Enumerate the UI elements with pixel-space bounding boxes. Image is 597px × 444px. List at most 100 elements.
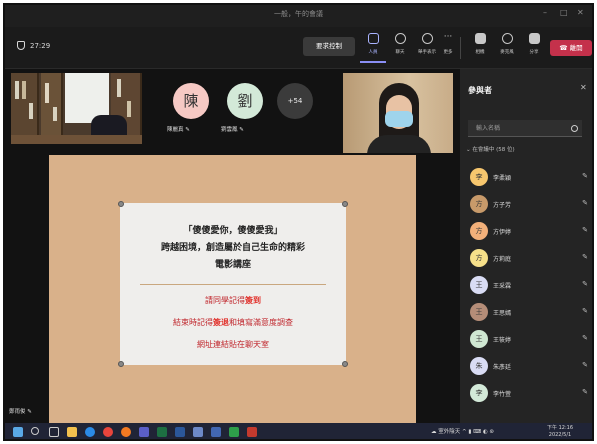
weather-text: 室外陰天	[438, 429, 461, 435]
participant-row[interactable]: 王 王筱婷 ✎	[470, 330, 588, 352]
mic-off-icon: ✎	[582, 199, 588, 207]
reactions-icon	[421, 33, 433, 44]
participant-row[interactable]: 朱 朱彥廷 ✎	[470, 357, 588, 379]
app-icon[interactable]	[211, 427, 221, 437]
book	[22, 81, 26, 99]
participant-avatar: 李	[470, 384, 488, 402]
start-icon[interactable]	[13, 427, 23, 437]
title-bar: 一般，午的會議 – □ ✕	[5, 5, 592, 27]
request-control-button[interactable]: 要求控制	[303, 37, 355, 56]
participants-panel: 參與者 ✕ 輸入名稱 ⌄ 在會議中 (58 位) 李 李柔穎 ✎ 方 方子芳 ✎…	[460, 69, 592, 423]
people-button[interactable]: 人員	[360, 33, 386, 63]
search-icon[interactable]	[571, 125, 578, 132]
mic-button[interactable]: 麥克風	[494, 33, 520, 63]
camera-label: 相機	[475, 50, 485, 55]
app-icon[interactable]	[247, 427, 257, 437]
mic-off-icon: ✎	[582, 280, 588, 288]
book	[45, 83, 49, 103]
self-name: 鄭雨俊	[9, 409, 26, 415]
edge-icon[interactable]	[85, 427, 95, 437]
participant-row[interactable]: 方 方伊婷 ✎	[470, 222, 588, 244]
search-icon[interactable]	[31, 427, 39, 435]
close-button[interactable]: ✕	[577, 8, 584, 17]
mic-off-icon: ✎	[582, 226, 588, 234]
camera-button[interactable]: 相機	[467, 33, 493, 63]
share-button[interactable]: 分享	[521, 33, 547, 63]
slide-red-bold: 簽到	[245, 296, 261, 305]
pin-icon	[342, 361, 348, 367]
clock[interactable]: 下午 12:16 2022/5/1	[547, 425, 573, 439]
video-tile-office[interactable]	[11, 73, 142, 144]
participant-avatar: 王	[470, 330, 488, 348]
avatar-name-text: 劉雲鳳	[221, 127, 238, 133]
minimize-button[interactable]: –	[543, 8, 547, 17]
participant-name: 王思嫣	[493, 310, 512, 317]
toolbar-separator	[460, 37, 461, 59]
chrome-icon[interactable]	[103, 427, 113, 437]
participant-name: 李竹萱	[493, 391, 512, 398]
slide-red-text: 請同學記得	[205, 296, 245, 305]
pin-icon	[118, 361, 124, 367]
participant-name: 方莉庭	[493, 256, 512, 263]
more-participants-badge[interactable]: +54	[277, 83, 313, 119]
pin-icon	[342, 201, 348, 207]
panel-title: 參與者	[468, 86, 492, 95]
task-view-icon[interactable]	[49, 427, 59, 437]
teams-window: 一般，午的會議 – □ ✕ 27:29 要求控制 人員 聊天 舉手表示 ··· …	[3, 3, 594, 441]
more-label: 更多	[443, 50, 453, 55]
shield-icon	[17, 41, 25, 50]
participant-avatar: 方	[470, 195, 488, 213]
participant-avatar: 王	[470, 276, 488, 294]
system-tray[interactable]: ☁ 室外陰天 ^ ▮ ⌨ ◐ ⊛	[431, 427, 494, 435]
in-meeting-group[interactable]: ⌄ 在會議中 (58 位)	[466, 145, 515, 153]
video-tile-woman[interactable]	[343, 73, 453, 153]
book	[117, 79, 121, 97]
participant-row[interactable]: 李 李竹萱 ✎	[470, 384, 588, 406]
participant-search-input[interactable]: 輸入名稱	[468, 120, 582, 137]
participant-row[interactable]: 方 方莉庭 ✎	[470, 249, 588, 271]
pin-icon	[118, 201, 124, 207]
more-button[interactable]: ··· 更多	[435, 33, 461, 63]
mic-off-icon: ✎	[582, 361, 588, 369]
excel-icon[interactable]	[157, 427, 167, 437]
face-mask	[385, 111, 413, 127]
word-icon[interactable]	[175, 427, 185, 437]
file-explorer-icon[interactable]	[67, 427, 77, 437]
participant-avatar: 李	[470, 168, 488, 186]
app-icon[interactable]	[193, 427, 203, 437]
clock-date: 2022/5/1	[548, 432, 572, 438]
participant-row[interactable]: 王 王采霖 ✎	[470, 276, 588, 298]
slide-red-line: 請同學記得簽到	[120, 295, 346, 306]
participant-row[interactable]: 李 李柔穎 ✎	[470, 168, 588, 190]
line-icon[interactable]	[229, 427, 239, 437]
leave-button[interactable]: ☎ 離開	[550, 40, 592, 56]
avatar-liu[interactable]: 劉	[227, 83, 263, 119]
mic-off-icon: ✎	[582, 307, 588, 315]
chat-button[interactable]: 聊天	[387, 33, 413, 63]
panel-close-button[interactable]: ✕	[580, 83, 587, 92]
participant-name: 李柔穎	[493, 175, 512, 182]
mic-off-icon: ✎	[582, 334, 588, 342]
book	[15, 81, 19, 99]
avatar-name-text: 陳麗真	[167, 127, 184, 133]
avatar-name-chen: 陳麗真 ✎	[167, 125, 190, 133]
chat-icon	[394, 33, 406, 44]
shared-slide[interactable]: 「傻傻愛你，傻傻愛我」 跨越困境，創造屬於自己生命的精彩 電影講座 請同學記得簽…	[49, 155, 416, 423]
avatar-chen[interactable]: 陳	[173, 83, 209, 119]
participant-avatar: 方	[470, 222, 488, 240]
mic-label: 麥克風	[500, 50, 514, 55]
tray-icons: ^ ▮ ⌨ ◐ ⊛	[460, 429, 494, 435]
maximize-button[interactable]: □	[560, 8, 568, 17]
meeting-timer: 27:29	[17, 41, 50, 50]
teams-icon[interactable]	[139, 427, 149, 437]
firefox-icon[interactable]	[121, 427, 131, 437]
leave-label: 離開	[569, 44, 583, 52]
participant-row[interactable]: 王 王思嫣 ✎	[470, 303, 588, 325]
mic-off-icon	[501, 33, 513, 44]
more-icon: ···	[443, 32, 453, 42]
mic-off-icon: ✎	[185, 127, 190, 133]
slide-red-text: 結束時記得	[173, 318, 213, 327]
participant-row[interactable]: 方 方子芳 ✎	[470, 195, 588, 217]
phone-icon: ☎	[559, 44, 570, 52]
participant-avatar: 方	[470, 249, 488, 267]
